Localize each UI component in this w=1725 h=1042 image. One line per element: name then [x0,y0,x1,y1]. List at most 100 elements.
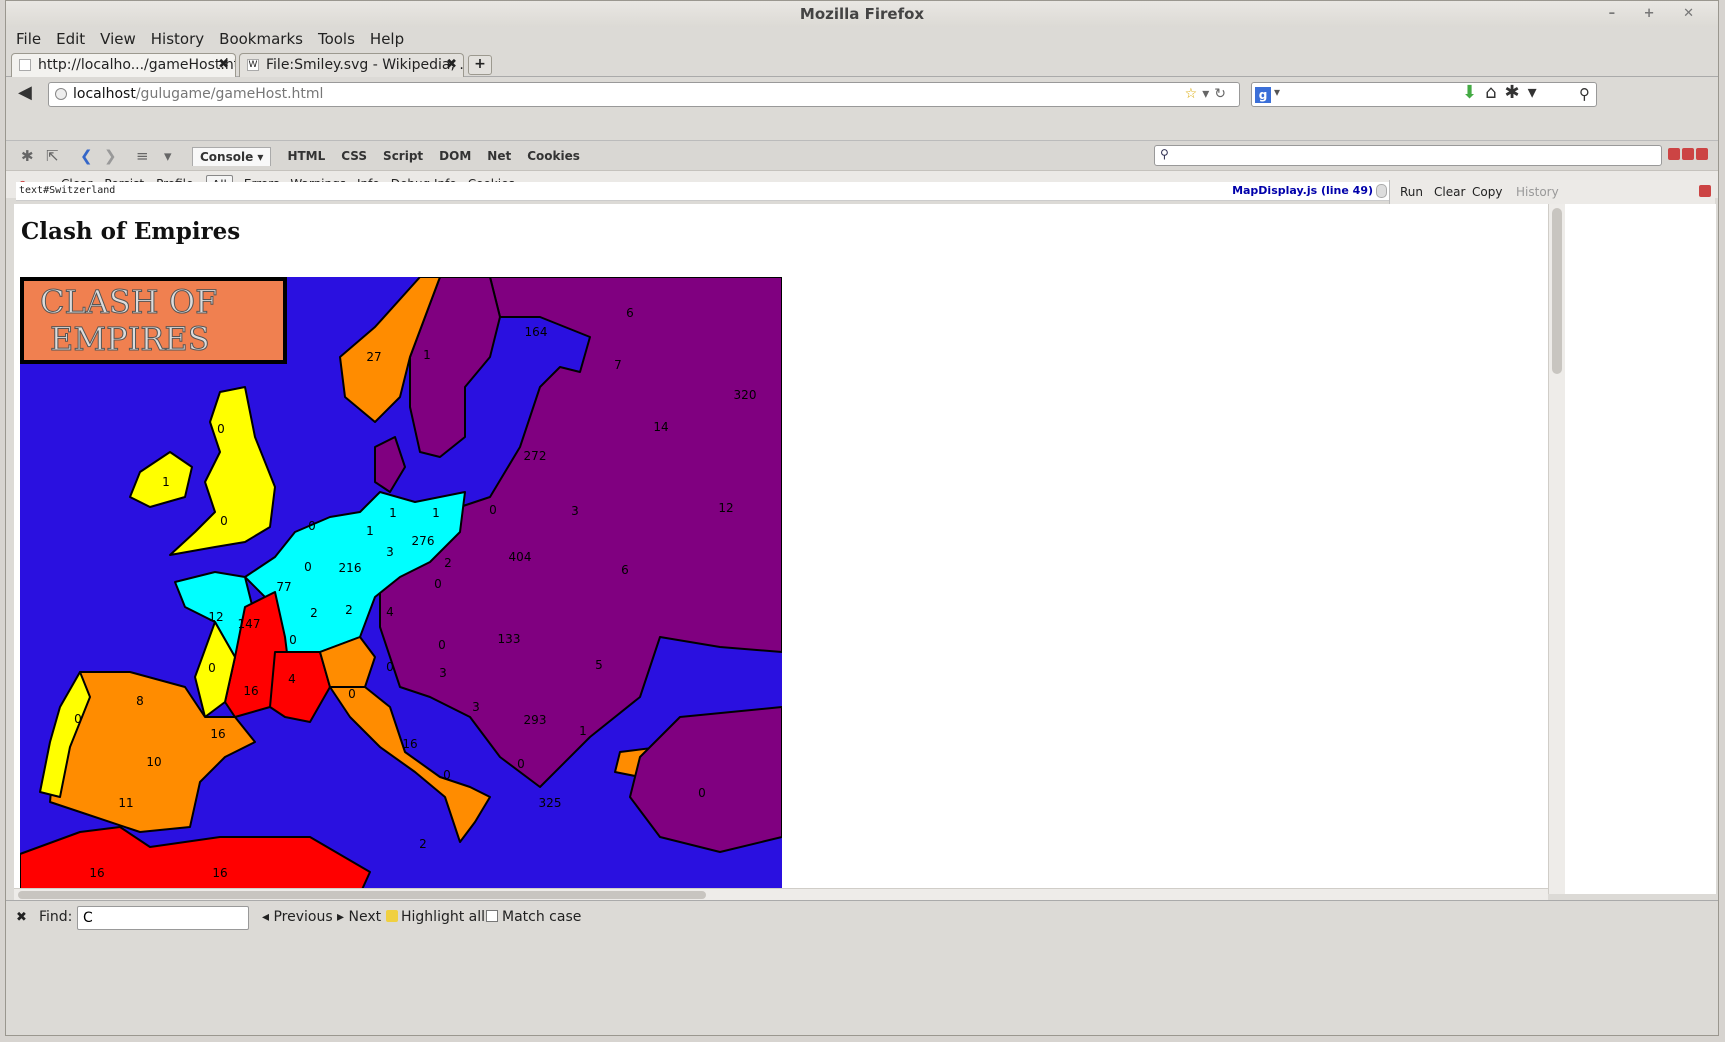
territory-label: 16 [402,737,417,751]
territory-label: 12 [718,501,733,515]
firebug-bug-icon[interactable]: ✱ [21,147,34,165]
territory-label: 1 [162,475,170,489]
territory-label: 0 [208,661,216,675]
url-host: localhost [73,86,136,102]
tab-wikipedia[interactable]: W File:Smiley.svg - Wikipedia, ... ✖ [239,53,464,77]
find-previous-button[interactable]: ◂ Previous [262,909,333,925]
clear-command-button[interactable]: Clear [1434,185,1465,199]
tab-html[interactable]: HTML [287,147,325,166]
territory-label: 0 [443,768,451,782]
checkbox-box[interactable] [486,910,498,922]
tab-dom[interactable]: DOM [439,147,471,166]
territory-label: 3 [571,504,579,518]
google-icon[interactable]: g [1255,87,1271,103]
tab-cookies[interactable]: Cookies [527,147,580,166]
new-tab-button[interactable]: + [468,55,492,75]
firebug-toolbar: ✱ ⇱ ❮ ❯ ≡ ▾ Console ▾ HTML CSS Script DO… [6,140,1718,170]
run-button[interactable]: Run [1400,185,1423,199]
list-icon[interactable]: ≡ [136,147,149,165]
window-controls[interactable]: – + ✕ [1609,1,1706,27]
copy-button[interactable]: Copy [1472,185,1502,199]
territory-label: 16 [212,866,227,880]
territory-label: 16 [210,727,225,741]
find-next-button[interactable]: ▸ Next [337,909,381,925]
territory-label: 16 [89,866,104,880]
menu-history[interactable]: History [151,30,204,48]
back-icon[interactable]: ❮ [80,147,93,165]
match-case-checkbox[interactable]: Match case [486,909,581,925]
dropdown-arrow-icon[interactable]: ▾ [1202,86,1214,102]
tab-gamehost[interactable]: http://localho.../gameHost.html ✖ [11,53,236,77]
firebug-search-input[interactable]: ⚲ [1154,145,1662,166]
page-icon [19,59,31,71]
territory-label: 3 [386,545,394,559]
territory-label: 276 [412,534,435,548]
territory-label: 0 [308,519,316,533]
back-arrow-icon[interactable]: ◀ [18,82,32,103]
history-button[interactable]: History [1516,185,1559,199]
close-icon[interactable] [1696,148,1708,160]
search-engine-dropdown-icon[interactable]: ▾ [1274,85,1280,99]
tab-close-icon[interactable]: ✖ [218,54,229,76]
menu-file[interactable]: File [16,30,41,48]
home-icon[interactable]: ⌂ [1485,82,1504,103]
minimize-icon[interactable] [1668,148,1680,160]
search-icon[interactable]: ⚲ [1579,85,1590,103]
scroll-thumb[interactable] [1552,208,1562,374]
page-vertical-scrollbar[interactable] [1548,204,1565,894]
territory-label: 0 [517,757,525,771]
territory-label: 6 [626,306,634,320]
window-title: Mozilla Firefox [799,5,925,23]
territory-label: 133 [498,632,521,646]
logo-line1: CLASH OF [40,283,217,321]
detach-icon[interactable] [1682,148,1694,160]
territory-label: 0 [489,503,497,517]
log-text: text#Switzerland [19,185,116,196]
territory-label: 4 [288,672,296,686]
menu-help[interactable]: Help [370,30,404,48]
site-identity-icon[interactable] [55,88,67,100]
scroll-thumb[interactable] [18,891,706,899]
tab-console[interactable]: Console ▾ [192,147,272,166]
reload-icon[interactable]: ↻ [1214,86,1231,102]
menu-arrow-icon[interactable]: ▾ [1528,82,1545,103]
territory-label: 0 [434,577,442,591]
page-horizontal-scrollbar[interactable] [14,888,1548,900]
close-command-icon[interactable] [1699,185,1711,197]
territory-label: 14 [653,420,668,434]
tab-close-icon[interactable]: ✖ [446,54,457,76]
menu-view[interactable]: View [100,30,136,48]
tab-net[interactable]: Net [487,147,511,166]
territory-label: 2 [345,603,353,617]
find-input[interactable] [77,906,249,930]
highlight-all-button[interactable]: Highlight all [386,909,485,925]
tab-script[interactable]: Script [383,147,423,166]
log-source-link[interactable]: MapDisplay.js (line 49) [1232,182,1373,200]
territory-label: 4 [386,605,394,619]
menu-tools[interactable]: Tools [318,30,355,48]
url-bar[interactable]: localhost/gulugame/gameHost.html ☆▾↻ [48,82,1240,107]
territory-label: 1 [579,724,587,738]
download-icon[interactable]: ⬇ [1462,82,1485,103]
match-case-label: Match case [502,909,582,925]
territory-label: 0 [217,422,225,436]
firebug-icon[interactable]: ✱ [1505,82,1528,103]
firebug-panels: Console ▾ HTML CSS Script DOM Net Cookie… [192,147,596,166]
forward-icon[interactable]: ❯ [104,147,117,165]
menu-bookmarks[interactable]: Bookmarks [219,30,303,48]
console-log-line: text#Switzerland MapDisplay.js (line 49) [16,182,1389,201]
console-scroll-handle[interactable] [1376,184,1387,198]
bookmark-star-icon[interactable]: ☆ [1185,86,1203,102]
territory-label: 77 [276,580,291,594]
territory-label: 293 [524,713,547,727]
search-bar[interactable]: g ▾ ⚲ [1251,82,1597,107]
menu-dropdown-icon[interactable]: ▾ [164,147,172,165]
territory-label: 3 [439,666,447,680]
menu-edit[interactable]: Edit [56,30,85,48]
logo-line2: EMPIRES [50,320,210,358]
tab-css[interactable]: CSS [341,147,367,166]
europe-map[interactable]: CLASH OF EMPIRES 27 116467320142723 120100… [20,277,782,894]
territory-label: 1 [389,506,397,520]
close-find-icon[interactable]: ✖ [16,910,27,925]
inspect-icon[interactable]: ⇱ [46,147,59,165]
